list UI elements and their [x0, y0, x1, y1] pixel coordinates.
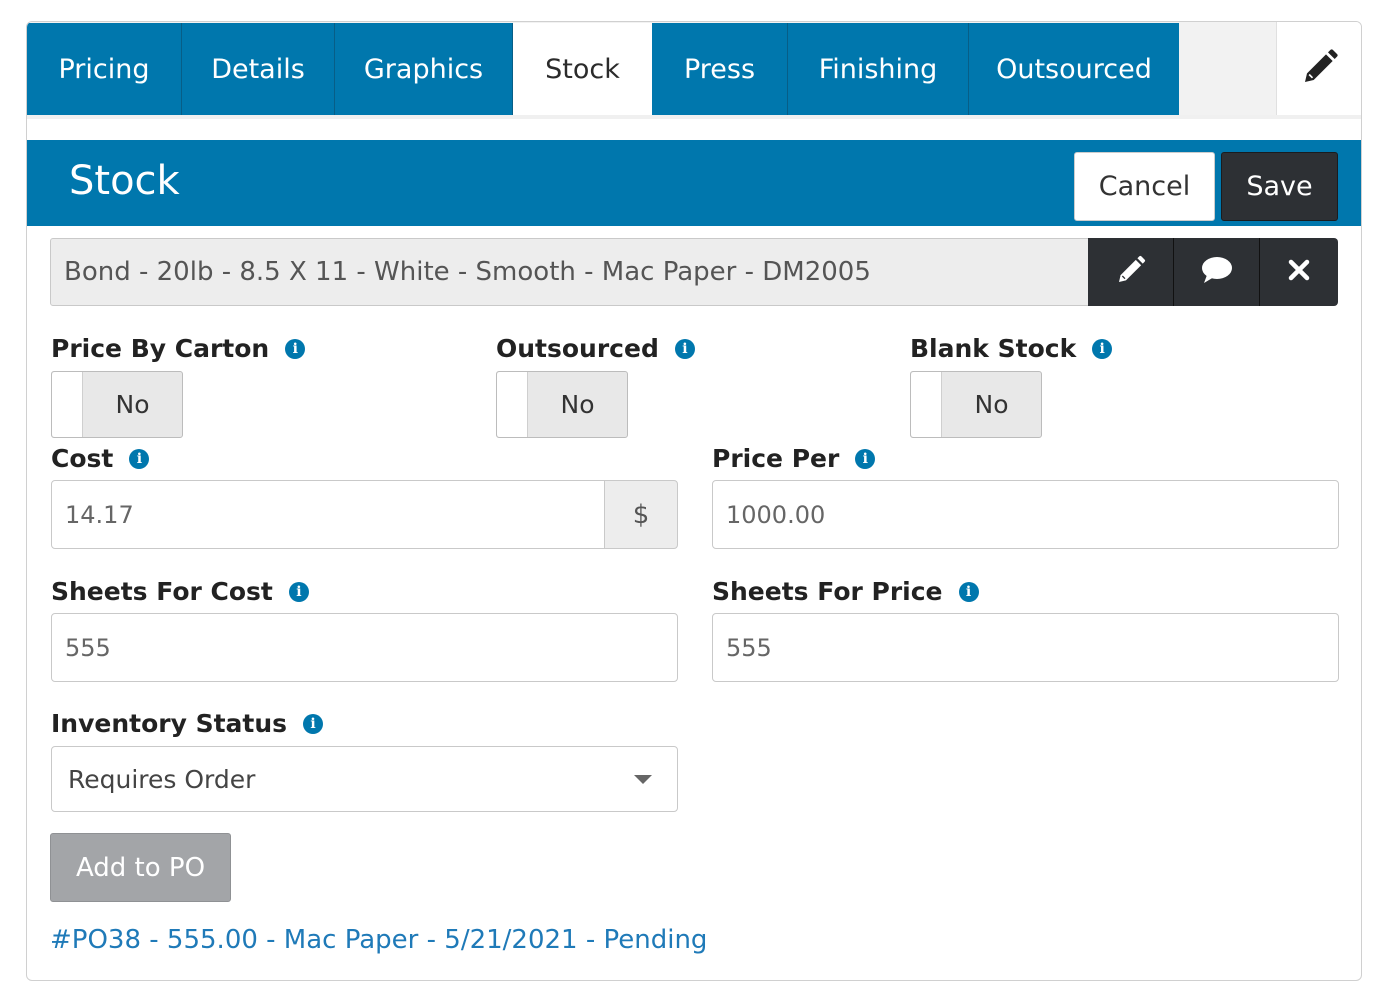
tab-label: Graphics [363, 53, 484, 85]
cancel-button[interactable]: Cancel [1074, 152, 1215, 221]
stock-comment-button[interactable] [1174, 238, 1260, 306]
price-by-carton-label: Price By Carton i [51, 334, 306, 363]
inventory-status-value: Requires Order [68, 764, 256, 794]
currency-addon: $ [604, 480, 678, 549]
info-icon[interactable]: i [303, 713, 324, 734]
price-by-carton-toggle[interactable]: No [51, 371, 183, 438]
tab-bar: Pricing Details Graphics Stock Press Fin… [27, 22, 1361, 115]
sheets-for-cost-input[interactable]: 555 [51, 613, 678, 682]
pencil-icon [1300, 47, 1340, 91]
tab-graphics[interactable]: Graphics [335, 23, 513, 115]
outsourced-toggle[interactable]: No [496, 371, 628, 438]
inventory-status-label: Inventory Status i [51, 709, 324, 738]
purchase-order-link[interactable]: #PO38 - 555.00 - Mac Paper - 5/21/2021 -… [50, 925, 707, 955]
price-per-text: Price Per [712, 444, 840, 473]
tab-outsourced[interactable]: Outsourced [969, 23, 1179, 115]
outsourced-text: Outsourced [496, 334, 659, 363]
info-icon[interactable]: i [129, 448, 150, 469]
toggle-knob [911, 372, 942, 437]
tab-details[interactable]: Details [182, 23, 335, 115]
add-to-po-button[interactable]: Add to PO [50, 833, 231, 902]
stock-panel: Pricing Details Graphics Stock Press Fin… [26, 21, 1362, 981]
close-icon [1287, 258, 1311, 286]
tab-divider [27, 115, 1361, 119]
blank-stock-toggle[interactable]: No [910, 371, 1042, 438]
tab-label: Details [211, 53, 305, 85]
info-icon[interactable]: i [958, 581, 979, 602]
stock-selection-field[interactable]: Bond - 20lb - 8.5 X 11 - White - Smooth … [50, 238, 1089, 306]
inventory-status-select[interactable]: Requires Order [51, 746, 678, 812]
section-title: Stock [69, 158, 180, 204]
cost-label: Cost i [51, 444, 150, 473]
info-icon[interactable]: i [674, 338, 695, 359]
tab-pricing[interactable]: Pricing [27, 23, 182, 115]
pencil-icon [1115, 254, 1147, 290]
tab-stock[interactable]: Stock [513, 23, 652, 115]
save-button[interactable]: Save [1221, 152, 1338, 221]
tab-finishing[interactable]: Finishing [788, 23, 969, 115]
remove-stock-button[interactable] [1260, 238, 1338, 306]
outsourced-label: Outsourced i [496, 334, 695, 363]
edit-tabs-button[interactable] [1276, 22, 1361, 115]
tab-press[interactable]: Press [652, 23, 788, 115]
stock-action-group [1088, 238, 1338, 306]
tab-label: Stock [545, 53, 620, 85]
info-icon[interactable]: i [855, 448, 876, 469]
tab-label: Press [683, 53, 756, 85]
blank-stock-text: Blank Stock [910, 334, 1077, 363]
price-per-label: Price Per i [712, 444, 876, 473]
blank-stock-label: Blank Stock i [910, 334, 1113, 363]
tab-label: Pricing [58, 53, 150, 85]
inventory-status-text: Inventory Status [51, 709, 288, 738]
sheets-for-price-label: Sheets For Price i [712, 577, 979, 606]
price-by-carton-text: Price By Carton [51, 334, 270, 363]
info-icon[interactable]: i [1092, 338, 1113, 359]
caret-down-icon [634, 775, 652, 784]
sheets-for-cost-label: Sheets For Cost i [51, 577, 309, 606]
info-icon[interactable]: i [288, 581, 309, 602]
toggle-value: No [560, 390, 595, 419]
edit-stock-button[interactable] [1088, 238, 1174, 306]
section-header: Stock Cancel Save [27, 140, 1361, 226]
toggle-knob [497, 372, 528, 437]
tab-label: Finishing [818, 53, 938, 85]
sheets-for-price-text: Sheets For Price [712, 577, 943, 606]
cost-input[interactable]: 14.17 [51, 480, 606, 549]
price-per-input[interactable]: 1000.00 [712, 480, 1339, 549]
sheets-for-price-input[interactable]: 555 [712, 613, 1339, 682]
cost-text: Cost [51, 444, 114, 473]
info-icon[interactable]: i [285, 338, 306, 359]
toggle-knob [52, 372, 83, 437]
tab-label: Outsourced [996, 53, 1152, 85]
toggle-value: No [115, 390, 150, 419]
sheets-for-cost-text: Sheets For Cost [51, 577, 273, 606]
comment-icon [1200, 255, 1234, 289]
toggle-value: No [974, 390, 1009, 419]
